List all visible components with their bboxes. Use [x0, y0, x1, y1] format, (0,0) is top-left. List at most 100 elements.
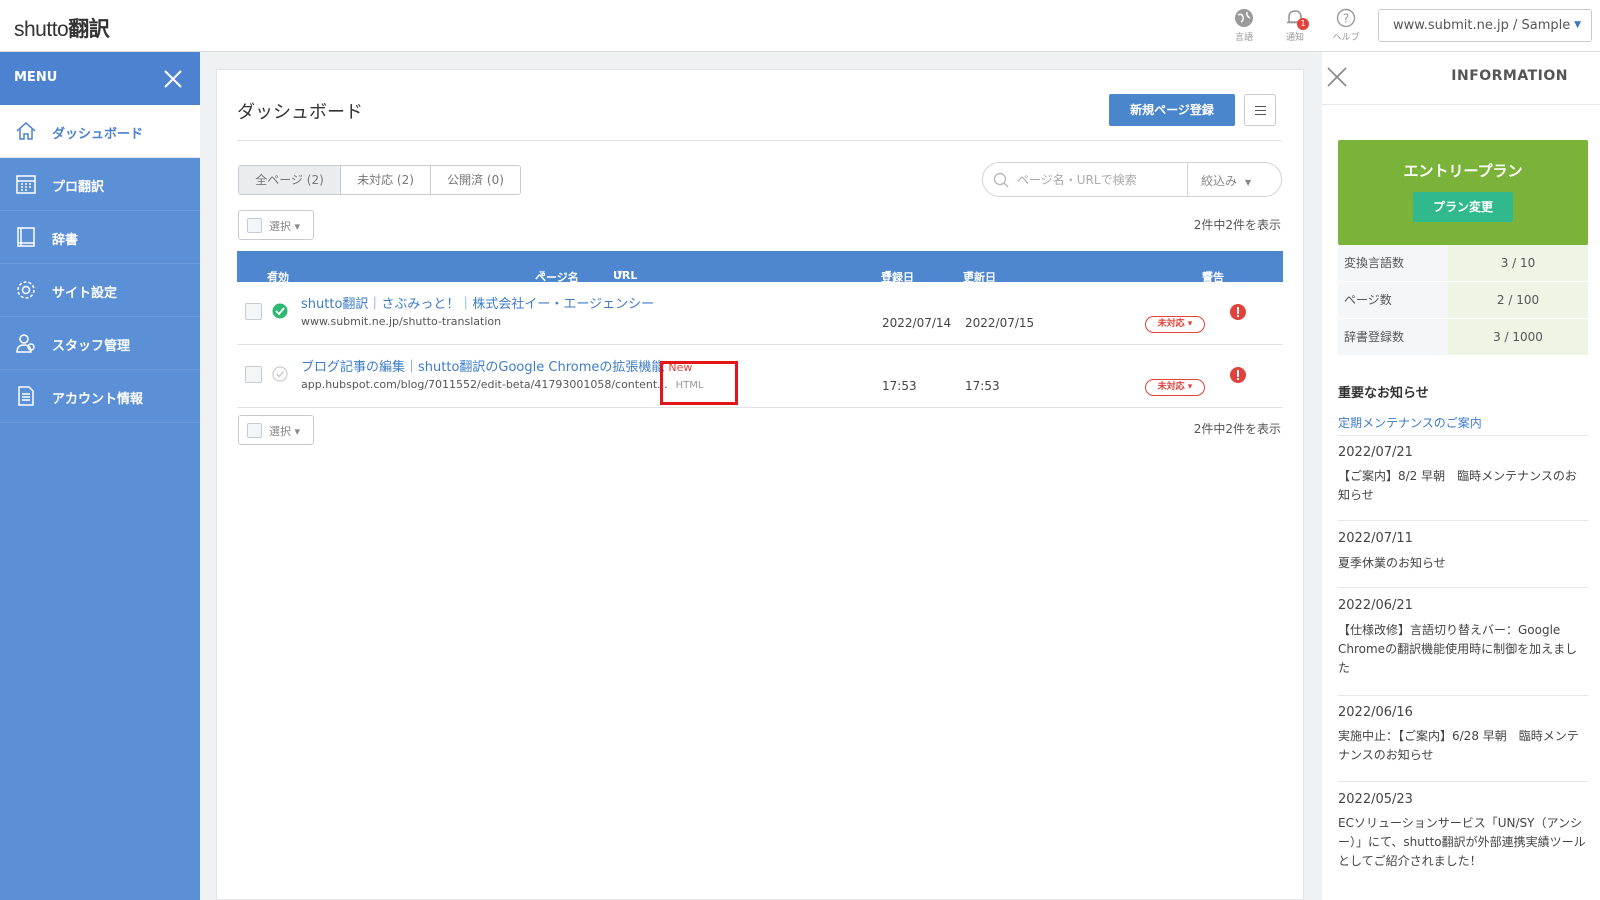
sidebar: MENU ダッシュボード プロ翻訳 辞書 サイト設定 スタッフ管理 アカウント情…	[0, 52, 200, 900]
news-item[interactable]: ECソリューションサービス「UN/SY（アンシー）」にて、shutto翻訳が外部…	[1338, 814, 1588, 871]
stat-row: 変換言語数 3 / 10	[1338, 245, 1588, 282]
stat-key: ページ数	[1338, 282, 1448, 318]
news-link[interactable]: 定期メンテナンスのご案内	[1338, 414, 1482, 431]
menu-header: MENU	[0, 52, 200, 105]
divider	[1338, 435, 1588, 436]
notification-button[interactable]: 1 通知	[1275, 8, 1315, 43]
stat-value: 3 / 10	[1448, 245, 1588, 281]
divider	[1322, 104, 1600, 105]
search-icon	[993, 172, 1009, 188]
sidebar-item-dashboard[interactable]: ダッシュボード	[0, 105, 200, 158]
filter-dropdown[interactable]: 絞込み ▼	[1201, 172, 1251, 189]
search-input[interactable]	[1017, 170, 1167, 190]
sidebar-item-staff[interactable]: スタッフ管理	[0, 317, 200, 370]
close-icon[interactable]	[1326, 66, 1348, 88]
document-icon	[18, 386, 34, 406]
bulk-select-top[interactable]: 選択 ▾	[238, 210, 314, 240]
site-selector[interactable]: www.submit.ne.jp / Sample ▼	[1378, 9, 1592, 42]
divider	[1338, 781, 1588, 782]
divider	[237, 140, 1282, 141]
filter-label: 絞込み	[1201, 174, 1238, 188]
notification-count-badge: 1	[1297, 18, 1309, 30]
new-page-button[interactable]: 新規ページ登録	[1109, 94, 1235, 126]
row-checkbox[interactable]	[245, 366, 262, 383]
select-all-checkbox[interactable]	[247, 423, 262, 438]
top-bar: shutto翻訳 言語 1 通知 ? ヘルプ www.submit.ne.jp …	[0, 0, 1600, 52]
news-date: 2022/05/23	[1338, 792, 1413, 807]
gear-icon	[17, 281, 35, 299]
select-all-checkbox[interactable]	[247, 218, 262, 233]
filter-tabs: 全ページ (2) 未対応 (2) 公開済 (0)	[238, 165, 521, 195]
news-date: 2022/06/21	[1338, 598, 1413, 613]
help-label: ヘルプ	[1332, 33, 1360, 43]
staff-icon	[16, 334, 35, 353]
plan-change-button[interactable]: プラン変更	[1413, 192, 1513, 222]
news-item[interactable]: 【仕様改修】言語切り替えバー：Google Chromeの翻訳機能使用時に制御を…	[1338, 621, 1588, 678]
sidebar-item-pro-translation[interactable]: プロ翻訳	[0, 158, 200, 211]
table-row: ブログ記事の編集｜shutto翻訳のGoogle Chromeの拡張機能 New …	[237, 345, 1283, 408]
sidebar-item-label: ダッシュボード	[52, 127, 144, 142]
news-heading: 重要なお知らせ	[1338, 386, 1429, 401]
menu-title: MENU	[14, 70, 58, 85]
news-item[interactable]: 夏季休業のお知らせ	[1338, 554, 1588, 573]
divider	[1338, 695, 1588, 696]
sidebar-item-label: プロ翻訳	[52, 180, 105, 195]
sidebar-item-dictionary[interactable]: 辞書	[0, 211, 200, 264]
status-badge[interactable]: 未対応 ▾	[1145, 316, 1205, 333]
tab-unhandled[interactable]: 未対応 (2)	[341, 166, 431, 194]
help-button[interactable]: ? ヘルプ	[1326, 8, 1366, 43]
registered-date: 2022/07/14	[882, 316, 952, 330]
language-button[interactable]: 言語	[1224, 8, 1264, 43]
highlight-box	[660, 361, 738, 405]
close-icon[interactable]	[162, 68, 184, 90]
tab-published[interactable]: 公開済 (0)	[431, 166, 520, 194]
stat-key: 変換言語数	[1338, 245, 1448, 281]
select-label: 選択 ▾	[269, 220, 301, 233]
stat-row: 辞書登録数 3 / 1000	[1338, 319, 1588, 356]
page-name-link[interactable]: ブログ記事の編集｜shutto翻訳のGoogle Chromeの拡張機能 New	[301, 356, 692, 375]
list-menu-button[interactable]	[1244, 94, 1276, 126]
app-logo[interactable]: shutto翻訳	[14, 13, 110, 43]
divider	[1338, 587, 1588, 588]
caret-down-icon: ▼	[1574, 20, 1581, 30]
bulk-select-bottom[interactable]: 選択 ▾	[238, 415, 314, 445]
sidebar-item-label: スタッフ管理	[52, 339, 131, 354]
sidebar-item-label: アカウント情報	[52, 392, 144, 407]
news-item[interactable]: 【ご案内】8/2 早朝 臨時メンテナンスのお知らせ	[1338, 467, 1588, 505]
svg-text:?: ?	[1343, 12, 1349, 26]
result-count: 2件中2件を表示	[1193, 218, 1281, 232]
notification-label: 通知	[1285, 33, 1304, 43]
select-label: 選択 ▾	[269, 425, 301, 438]
sidebar-item-site-settings[interactable]: サイト設定	[0, 264, 200, 317]
globe-icon	[1235, 9, 1253, 27]
sidebar-item-account[interactable]: アカウント情報	[0, 370, 200, 423]
dashboard-panel: ダッシュボード 新規ページ登録 全ページ (2) 未対応 (2) 公開済 (0)…	[216, 69, 1304, 900]
help-icon: ?	[1336, 8, 1356, 28]
warning-icon[interactable]	[1230, 367, 1246, 383]
tab-all-pages[interactable]: 全ページ (2)	[239, 166, 341, 194]
page-name-link[interactable]: shutto翻訳｜さぶみっと！｜株式会社イー・エージェンシー	[301, 293, 658, 312]
disabled-check-icon	[272, 366, 288, 382]
page-url: app.hubspot.com/blog/7011552/edit-beta/4…	[301, 378, 704, 391]
divider	[1187, 163, 1188, 196]
language-label: 言語	[1234, 33, 1253, 43]
home-icon	[16, 121, 36, 140]
registered-date: 17:53	[882, 379, 917, 393]
divider	[1338, 520, 1588, 521]
panel-title: INFORMATION	[1451, 68, 1568, 84]
status-badge[interactable]: 未対応 ▾	[1145, 379, 1205, 396]
news-date: 2022/07/21	[1338, 445, 1413, 460]
result-count: 2件中2件を表示	[1193, 422, 1281, 436]
table-row: shutto翻訳｜さぶみっと！｜株式会社イー・エージェンシー www.submi…	[237, 282, 1283, 345]
sidebar-item-label: サイト設定	[52, 286, 118, 301]
plan-card: エントリープラン プラン変更	[1338, 140, 1588, 245]
book-icon	[17, 227, 35, 247]
enabled-check-icon	[272, 303, 288, 319]
news-item[interactable]: 実施中止：【ご案内】6/28 早朝 臨時メンテナンスのお知らせ	[1338, 727, 1588, 765]
information-panel: INFORMATION エントリープラン プラン変更 変換言語数 3 / 10 …	[1322, 52, 1600, 900]
stat-key: 辞書登録数	[1338, 319, 1448, 355]
search-box: 絞込み ▼	[982, 162, 1282, 197]
warning-icon[interactable]	[1230, 304, 1246, 320]
row-checkbox[interactable]	[245, 303, 262, 320]
updated-date: 17:53	[965, 379, 1000, 393]
